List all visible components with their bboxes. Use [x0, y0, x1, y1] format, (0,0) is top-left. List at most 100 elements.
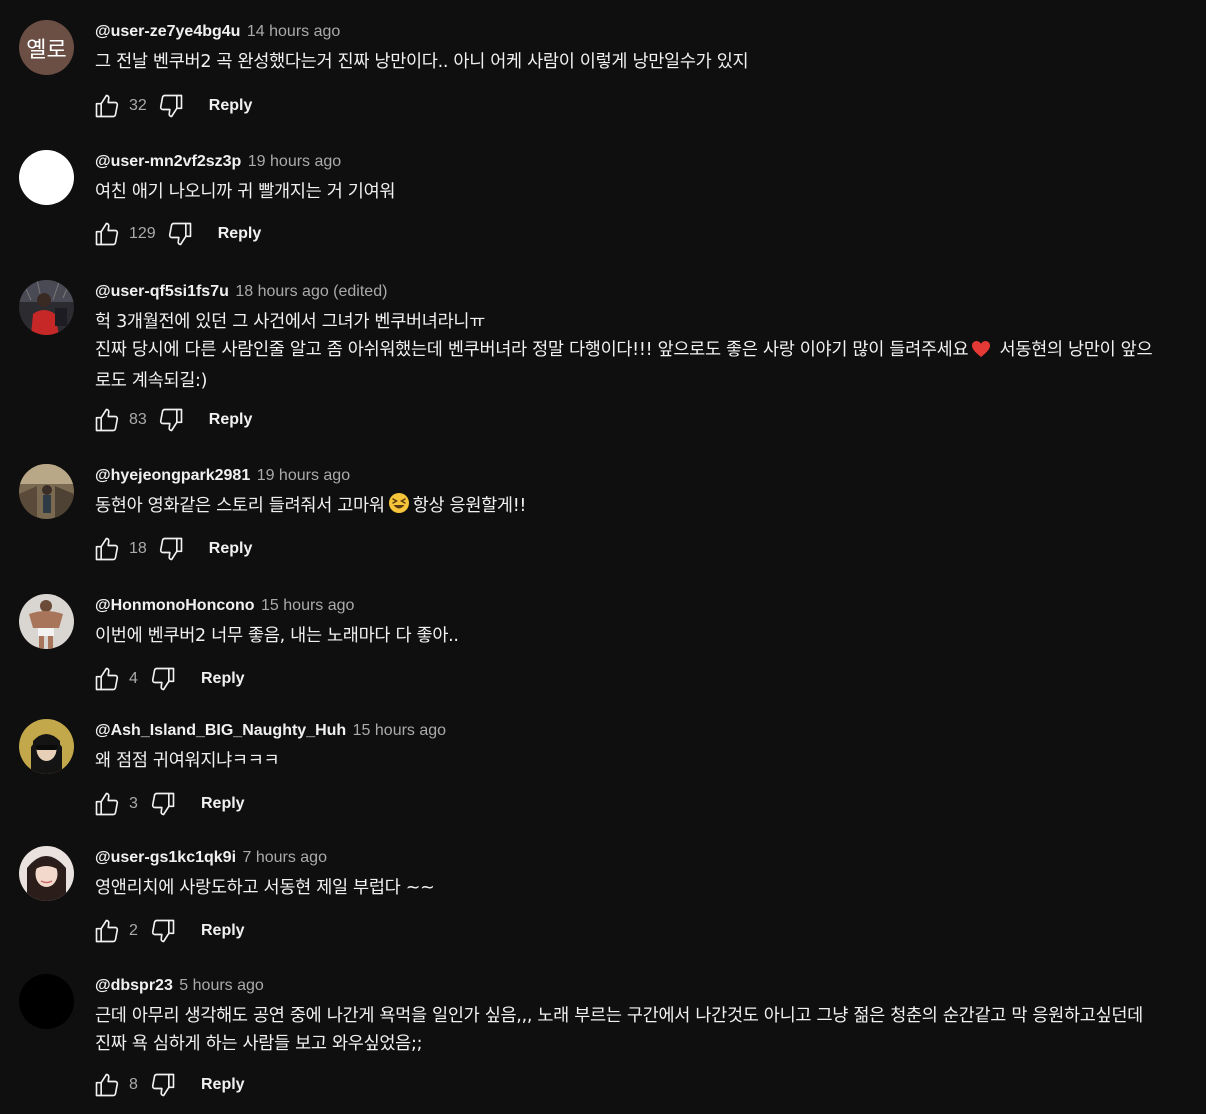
avatar-photo [19, 280, 74, 335]
thumbs-down-icon[interactable] [157, 92, 185, 120]
avatar-photo [19, 464, 74, 519]
comment-body: @hyejeongpark2981 19 hours ago 동현아 영화같은 … [95, 464, 1186, 523]
comment-body: @user-gs1kc1qk9i 7 hours ago 영앤리치에 사랑도하고… [95, 846, 1186, 902]
heart-emoji-icon [971, 339, 991, 367]
reply-button[interactable]: Reply [201, 670, 245, 688]
reply-button[interactable]: Reply [209, 411, 253, 429]
comment-text-line: 진짜 욕 심하게 하는 사람들 보고 와우싶었음;; [95, 1034, 423, 1054]
like-count: 2 [129, 922, 138, 939]
comment-text: 동현아 영화같은 스토리 들려줘서 고마워 항상 응원할게!! [95, 492, 1186, 523]
like-count: 83 [129, 411, 147, 428]
comment-body: @user-ze7ye4bg4u 14 hours ago 그 전날 벤쿠버2 … [95, 20, 1186, 76]
thumbs-down-icon[interactable] [157, 406, 185, 434]
reply-button[interactable]: Reply [209, 97, 253, 115]
comment-body: @HonmonoHoncono 15 hours ago 이번에 벤쿠버2 너무… [95, 594, 1186, 650]
comment-header: @user-ze7ye4bg4u 14 hours ago [95, 20, 1186, 44]
thumbs-up-icon[interactable] [93, 406, 121, 434]
comment-timestamp[interactable]: 18 hours ago (edited) [235, 283, 387, 300]
comment-author[interactable]: @dbspr23 [95, 977, 173, 994]
comment-text-part: 항상 응원할게!! [412, 496, 527, 516]
comment-header: @hyejeongpark2981 19 hours ago [95, 464, 1186, 488]
comment-timestamp[interactable]: 19 hours ago [248, 153, 341, 170]
thumbs-up-icon[interactable] [93, 220, 121, 248]
comment-timestamp[interactable]: 7 hours ago [242, 849, 327, 866]
comment-text: 왜 점점 귀여워지냐ㅋㅋㅋ [95, 751, 280, 771]
comment-author[interactable]: @user-gs1kc1qk9i [95, 849, 236, 866]
comment-actions: 3 Reply [93, 789, 245, 819]
like-count: 4 [129, 670, 138, 687]
comment-text-line: 서동현의 낭만이 앞으 [994, 340, 1153, 360]
like-count: 8 [129, 1076, 138, 1093]
comment-text-part: 동현아 영화같은 스토리 들려줘서 고마워 [95, 496, 385, 516]
comment-author[interactable]: @user-mn2vf2sz3p [95, 153, 241, 170]
comment-text: 여친 애기 나오니까 귀 빨개지는 거 기여워 [95, 182, 396, 202]
comment-text: 헉 3개월전에 있던 그 사건에서 그녀가 벤쿠버녀라니ㅠ 진짜 당시에 다른 … [95, 308, 1186, 395]
reply-button[interactable]: Reply [201, 922, 245, 940]
comment-actions: 18 Reply [93, 534, 252, 564]
comment-text-line: 근데 아무리 생각해도 공연 중에 나간게 욕먹을 일인가 싶음,,, 노래 부… [95, 1006, 1143, 1026]
grinning-squint-emoji-icon [388, 492, 410, 523]
avatar[interactable]: 옐로 [19, 20, 74, 75]
comment-header: @user-mn2vf2sz3p 19 hours ago [95, 150, 1186, 174]
thumbs-up-icon[interactable] [93, 535, 121, 563]
comment-header: @user-qf5si1fs7u 18 hours ago (edited) [95, 280, 1186, 304]
comment-header: @Ash_Island_BIG_Naughty_Huh 15 hours ago [95, 719, 1186, 743]
comment-text: 근데 아무리 생각해도 공연 중에 나간게 욕먹을 일인가 싶음,,, 노래 부… [95, 1002, 1186, 1058]
comment-body: @user-qf5si1fs7u 18 hours ago (edited) 헉… [95, 280, 1186, 395]
thumbs-up-icon[interactable] [93, 790, 121, 818]
comment-timestamp[interactable]: 19 hours ago [257, 467, 350, 484]
comment-actions: 8 Reply [93, 1070, 245, 1100]
thumbs-down-icon[interactable] [149, 917, 177, 945]
reply-button[interactable]: Reply [201, 1076, 245, 1094]
like-count: 18 [129, 540, 147, 557]
comment-text: 그 전날 벤쿠버2 곡 완성했다는거 진짜 낭만이다.. 아니 어케 사람이 이… [95, 52, 749, 72]
thumbs-down-icon[interactable] [149, 1071, 177, 1099]
comment-actions: 129 Reply [93, 219, 261, 249]
thumbs-down-icon[interactable] [157, 535, 185, 563]
avatar[interactable] [19, 719, 74, 774]
avatar[interactable] [19, 594, 74, 649]
avatar[interactable] [19, 974, 74, 1029]
comment-header: @HonmonoHoncono 15 hours ago [95, 594, 1186, 618]
comment-actions: 4 Reply [93, 664, 245, 694]
avatar[interactable] [19, 150, 74, 205]
avatar[interactable] [19, 280, 74, 335]
comment-body: @dbspr23 5 hours ago 근데 아무리 생각해도 공연 중에 나… [95, 974, 1186, 1058]
reply-button[interactable]: Reply [218, 225, 262, 243]
avatar-photo [19, 846, 74, 901]
comment-author[interactable]: @hyejeongpark2981 [95, 467, 250, 484]
thumbs-up-icon[interactable] [93, 1071, 121, 1099]
comment-author[interactable]: @Ash_Island_BIG_Naughty_Huh [95, 722, 346, 739]
comment-text: 영앤리치에 사랑도하고 서동현 제일 부럽다 ~~ [95, 878, 435, 898]
comment-body: @Ash_Island_BIG_Naughty_Huh 15 hours ago… [95, 719, 1186, 775]
comment-header: @user-gs1kc1qk9i 7 hours ago [95, 846, 1186, 870]
thumbs-down-icon[interactable] [149, 790, 177, 818]
comment-actions: 83 Reply [93, 405, 252, 435]
reply-button[interactable]: Reply [209, 540, 253, 558]
like-count: 32 [129, 97, 147, 114]
thumbs-up-icon[interactable] [93, 92, 121, 120]
comment-timestamp[interactable]: 15 hours ago [353, 722, 446, 739]
reply-button[interactable]: Reply [201, 795, 245, 813]
comment-timestamp[interactable]: 14 hours ago [247, 23, 340, 40]
comment-actions: 2 Reply [93, 916, 245, 946]
like-count: 3 [129, 795, 138, 812]
thumbs-down-icon[interactable] [149, 665, 177, 693]
thumbs-down-icon[interactable] [166, 220, 194, 248]
comment-text-line: 헉 3개월전에 있던 그 사건에서 그녀가 벤쿠버녀라니ㅠ [95, 312, 486, 332]
comment-timestamp[interactable]: 15 hours ago [261, 597, 354, 614]
avatar-photo [19, 719, 74, 774]
comment-body: @user-mn2vf2sz3p 19 hours ago 여친 애기 나오니까… [95, 150, 1186, 206]
comment-timestamp[interactable]: 5 hours ago [179, 977, 264, 994]
avatar[interactable] [19, 846, 74, 901]
avatar[interactable] [19, 464, 74, 519]
comment-text-line: 로도 계속되길:) [95, 371, 208, 391]
comment-text: 이번에 벤쿠버2 너무 좋음, 내는 노래마다 다 좋아.. [95, 626, 459, 646]
comment-author[interactable]: @user-qf5si1fs7u [95, 283, 229, 300]
thumbs-up-icon[interactable] [93, 665, 121, 693]
avatar-photo [19, 594, 74, 649]
like-count: 129 [129, 225, 156, 242]
thumbs-up-icon[interactable] [93, 917, 121, 945]
comment-author[interactable]: @user-ze7ye4bg4u [95, 23, 240, 40]
comment-author[interactable]: @HonmonoHoncono [95, 597, 255, 614]
